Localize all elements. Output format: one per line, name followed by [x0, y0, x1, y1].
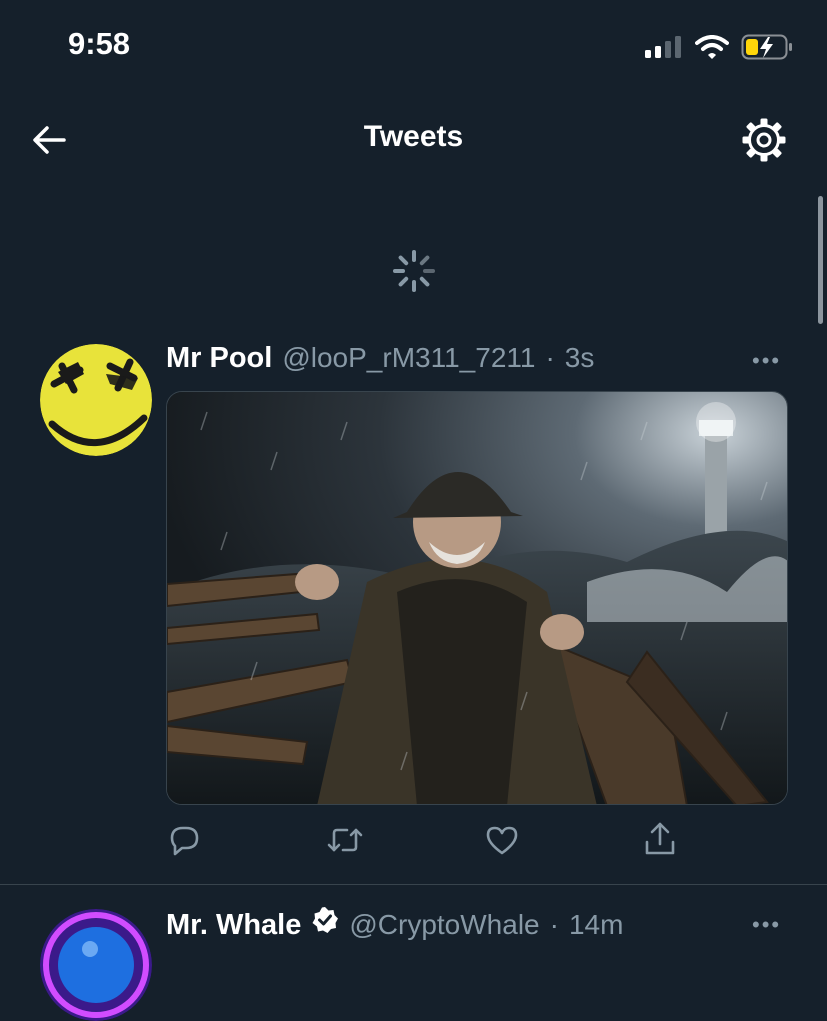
reply-button[interactable]	[166, 822, 202, 858]
author-name[interactable]: Mr. Whale	[166, 909, 301, 942]
heart-icon	[486, 826, 518, 855]
divider	[0, 884, 827, 885]
author-name[interactable]: Mr Pool	[166, 342, 272, 375]
page-title: Tweets	[363, 120, 464, 153]
tweet-time: 3s	[564, 342, 595, 373]
tweet-media-image[interactable]	[166, 391, 788, 805]
tweet-header: Mr Pool @looP_rM311_7211 · 3s	[166, 342, 594, 375]
author-handle[interactable]: @CryptoWhale	[349, 909, 539, 941]
scrollbar[interactable]	[818, 196, 823, 324]
more-options-icon[interactable]: •••	[752, 912, 781, 938]
loading-spinner-icon	[392, 249, 436, 293]
separator: ·	[549, 909, 559, 940]
like-button[interactable]	[484, 822, 520, 858]
reply-icon	[170, 826, 199, 856]
status-icons	[645, 34, 793, 65]
author-handle[interactable]: @looP_rM311_7211	[282, 342, 535, 374]
avatar[interactable]	[40, 909, 152, 1021]
more-options-icon[interactable]: •••	[752, 348, 781, 374]
wifi-icon	[695, 35, 729, 64]
settings-button[interactable]	[740, 116, 788, 164]
signal-bars-icon	[645, 36, 683, 63]
verified-badge-icon	[312, 907, 339, 933]
retweet-icon	[327, 828, 363, 852]
battery-charging-icon	[741, 34, 793, 65]
status-time: 9:58	[68, 26, 131, 61]
separator: ·	[545, 342, 555, 373]
avatar[interactable]	[40, 344, 152, 456]
gear-icon	[742, 118, 786, 162]
tweet-time: 14m	[568, 909, 624, 940]
tweet-header: Mr. Whale @CryptoWhale · 14m	[166, 906, 623, 942]
share-button[interactable]	[642, 820, 678, 858]
share-icon	[645, 822, 675, 855]
retweet-button[interactable]	[326, 822, 364, 858]
